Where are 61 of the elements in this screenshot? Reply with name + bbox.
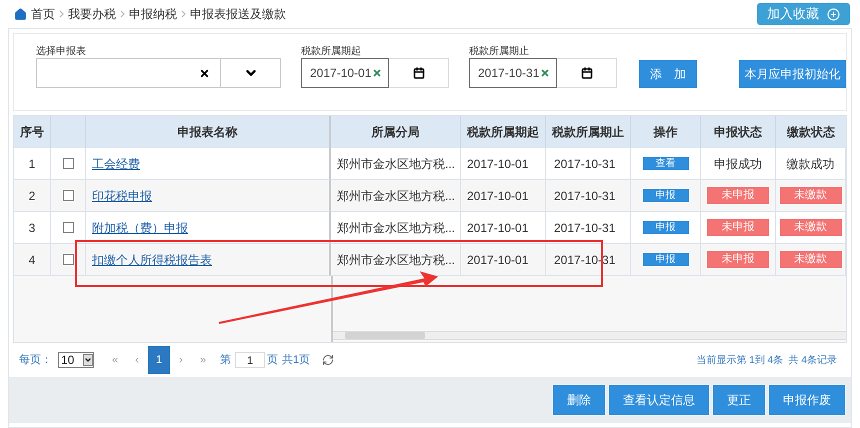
status-text: 申报成功 — [714, 156, 762, 172]
status-badge: 未申报 — [707, 251, 769, 268]
record-summary: 当前显示第 1到 4条 共 4条记录 — [695, 354, 838, 368]
field-label: 选择申报表 — [36, 44, 87, 58]
action-button[interactable]: 删除 — [553, 385, 605, 415]
status-text: 缴款成功 — [786, 156, 834, 172]
status-badge: 未缴款 — [780, 219, 842, 236]
action-button[interactable]: 申报 — [642, 189, 688, 202]
row-checkbox[interactable] — [62, 222, 74, 233]
date-value: 2017-10-31 — [478, 65, 540, 82]
page-label: 页 — [267, 352, 278, 368]
per-page-select[interactable]: 10 — [58, 352, 94, 368]
report-link[interactable]: 附加税（费）申报 — [92, 218, 188, 236]
action-button[interactable]: 查看认定信息 — [609, 385, 709, 415]
report-link[interactable]: 印花税申报 — [92, 186, 152, 204]
report-link[interactable]: 扣缴个人所得税报告表 — [92, 250, 212, 268]
breadcrumb-link[interactable]: 申报纳税 — [129, 5, 177, 23]
action-button[interactable]: 申报 — [642, 221, 688, 234]
calendar-icon — [580, 67, 592, 79]
action-button[interactable]: 申报 — [642, 253, 688, 266]
chevron-right-icon — [59, 10, 64, 18]
calendar-button[interactable] — [557, 58, 617, 88]
row-number: 4 — [14, 244, 51, 276]
breadcrumb-link[interactable]: 首页 — [31, 5, 55, 23]
status-badge: 未缴款 — [780, 251, 842, 268]
refresh-icon[interactable] — [322, 354, 334, 366]
action-button[interactable]: 申报作废 — [769, 385, 845, 415]
date-field[interactable]: 2017-10-01 — [301, 58, 389, 88]
page-label: 第 — [220, 352, 231, 368]
per-page-label: 每页： — [18, 352, 53, 368]
row-checkbox[interactable] — [62, 158, 74, 169]
calendar-button[interactable] — [389, 58, 449, 88]
plus-icon — [827, 8, 840, 20]
chevron-right-icon — [120, 10, 125, 18]
calendar-icon — [412, 67, 424, 79]
breadcrumb-link[interactable]: 我要办税 — [68, 5, 116, 23]
field-label: 税款所属期止 — [469, 44, 530, 58]
date-cell: 2017-10-01 — [461, 244, 546, 276]
init-button[interactable]: 本月应申报初始化 — [738, 60, 846, 88]
page-button[interactable]: 1 — [148, 346, 170, 374]
total-pages: 共1页 — [282, 352, 310, 368]
caret-icon — [84, 356, 92, 364]
date-field[interactable]: 2017-10-31 — [469, 58, 557, 88]
clear-icon[interactable] — [199, 68, 210, 78]
status-badge: 未申报 — [707, 187, 769, 204]
field-label: 税款所属期起 — [301, 44, 362, 58]
action-button[interactable]: 更正 — [713, 385, 765, 415]
chevron-right-icon — [181, 10, 186, 18]
status-badge: 未申报 — [707, 219, 769, 236]
page-input[interactable]: 1 — [235, 352, 265, 368]
row-checkbox[interactable] — [62, 190, 74, 201]
add-button[interactable]: 添 加 — [639, 60, 697, 88]
home-icon — [14, 8, 27, 20]
date-value: 2017-10-01 — [310, 65, 372, 82]
column-header[interactable]: 缴款状态 — [776, 116, 846, 148]
breadcrumb-link[interactable]: 申报表报送及缴款 — [190, 5, 286, 23]
report-link[interactable]: 工会经费 — [92, 154, 140, 172]
status-badge: 未缴款 — [780, 187, 842, 204]
row-checkbox[interactable] — [62, 254, 74, 265]
horizontal-scrollbar[interactable] — [333, 331, 846, 340]
action-button[interactable]: 查看 — [642, 157, 688, 170]
